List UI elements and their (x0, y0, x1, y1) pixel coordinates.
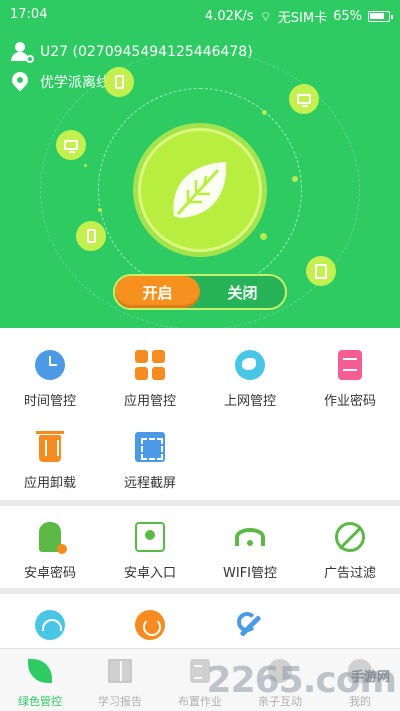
feature-grid-main: 时间管控 应用管控 上网管控 作业密码 应用卸载 远程截屏 (0, 328, 400, 500)
feature-android-password[interactable]: 安卓密码 (0, 506, 100, 588)
android-icon (39, 522, 67, 554)
feature-android-entry[interactable]: 安卓入口 (100, 506, 200, 588)
status-bar: 17:04 4.02K/s ⌔ 无SIM卡 65% (0, 0, 400, 30)
feature-grid-third (0, 594, 400, 654)
sim-status: 无SIM卡 (277, 11, 328, 26)
toggle-off-button[interactable]: 关闭 (200, 276, 285, 308)
monitor-device-icon (56, 130, 86, 160)
dot (98, 208, 102, 212)
feature-remote-screenshot[interactable]: 远程截屏 (100, 416, 200, 498)
apps-icon (135, 350, 165, 380)
leaf-icon (160, 150, 240, 230)
feature-label: 广告过滤 (323, 566, 376, 581)
wifi-round-icon (35, 610, 65, 640)
feature-label: WIFI管控 (223, 566, 277, 581)
homework-lock-icon (338, 350, 362, 380)
leaf-icon (28, 659, 52, 683)
feature-app-control[interactable]: 应用管控 (100, 334, 200, 416)
watermark-sub: 手游网 (350, 670, 390, 685)
wifi-icon (235, 528, 265, 546)
feature-label: 时间管控 (23, 394, 76, 409)
dot (262, 110, 267, 115)
nav-green-control[interactable]: 绿色管控 (0, 649, 80, 711)
book-icon (108, 659, 132, 683)
feature-internet-control[interactable]: 上网管控 (200, 334, 300, 416)
battery-icon (368, 11, 393, 22)
battery-percent: 65% (333, 9, 362, 24)
ad-filter-icon (335, 522, 365, 552)
dot (292, 176, 298, 182)
feature-homework-password[interactable]: 作业密码 (300, 334, 400, 416)
phone-device-icon (76, 221, 106, 251)
watermark-logo: 2265.com 手游网 (207, 660, 397, 701)
feature-label: 作业密码 (323, 394, 376, 409)
dot (260, 233, 267, 240)
feature-ad-filter[interactable]: 广告过滤 (300, 506, 400, 588)
feature-label: 上网管控 (223, 394, 276, 409)
phone-device-icon (104, 67, 134, 97)
feature-time-control[interactable]: 时间管控 (0, 334, 100, 416)
feature-label: 安卓密码 (23, 566, 76, 581)
tablet-device-icon (306, 256, 336, 286)
wrench-icon (235, 610, 265, 640)
network-speed: 4.02K/s (204, 9, 254, 24)
nav-study-report[interactable]: 学习报告 (80, 649, 160, 711)
feature-label: 安卓入口 (123, 566, 176, 581)
feature-grid-second: 安卓密码 安卓入口 WIFI管控 广告过滤 (0, 506, 400, 588)
nav-label: 绿色管控 (18, 695, 62, 708)
protection-toggle[interactable]: 开启 关闭 (113, 274, 287, 310)
wifi-status-icon: ⌔ (259, 9, 272, 25)
dot (84, 164, 87, 167)
status-time: 17:04 (10, 7, 48, 22)
feature-app-uninstall[interactable]: 应用卸载 (0, 416, 100, 498)
hero-panel: U27 (0270945494125446478) 优学派离线 开启 关闭 (0, 30, 400, 328)
android-entry-icon (135, 522, 165, 552)
user-settings-icon (10, 42, 34, 63)
status-right: 4.02K/s ⌔ 无SIM卡 65% (204, 7, 393, 26)
clock-icon (35, 350, 65, 380)
monitor-device-icon (289, 84, 319, 114)
toggle-on-button[interactable]: 开启 (115, 276, 200, 308)
globe-icon (235, 350, 265, 380)
feature-label: 远程截屏 (123, 476, 176, 491)
location-pin-icon (8, 68, 32, 92)
feature-label: 应用管控 (123, 394, 176, 409)
screenshot-icon (135, 432, 165, 462)
power-icon (135, 610, 165, 640)
trash-icon (36, 431, 64, 462)
feature-wifi-control[interactable]: WIFI管控 (200, 506, 300, 588)
feature-label: 应用卸载 (23, 476, 76, 491)
nav-label: 学习报告 (98, 695, 142, 708)
